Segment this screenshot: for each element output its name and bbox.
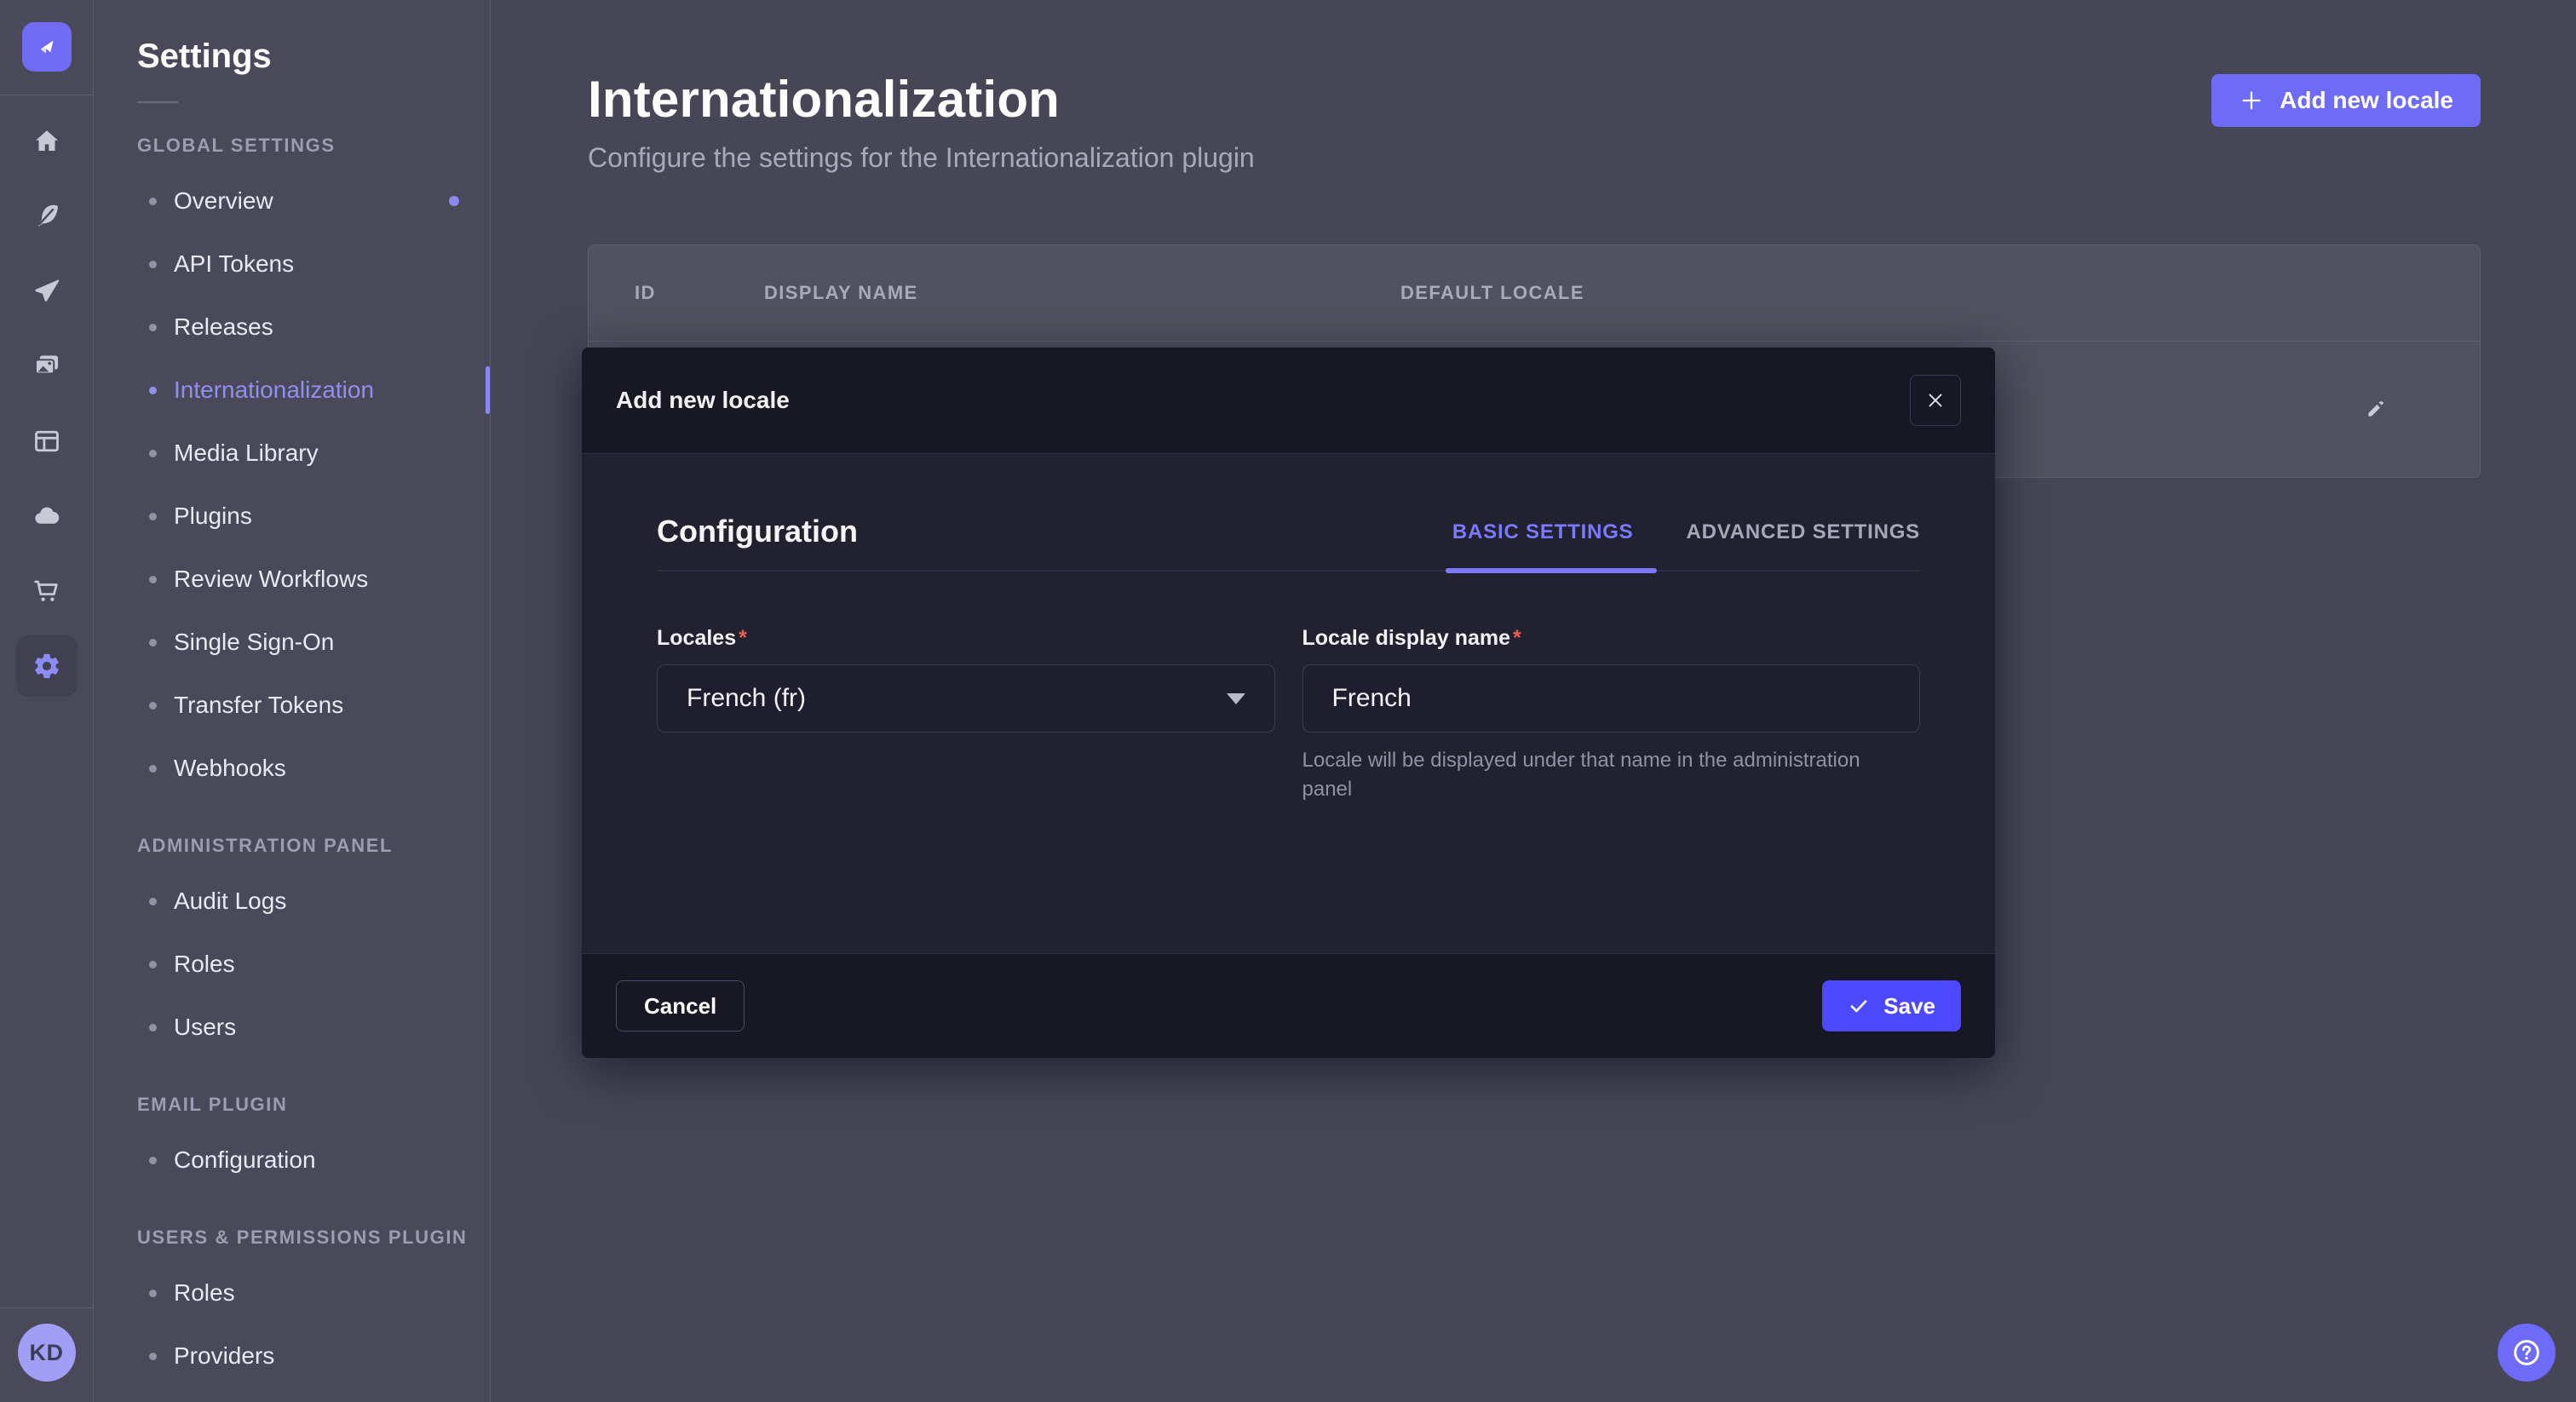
save-button[interactable]: Save xyxy=(1822,980,1961,1031)
bullet-icon xyxy=(149,1290,157,1297)
sidebar-item-transfer-tokens[interactable]: Transfer Tokens xyxy=(137,674,490,737)
sidebar-item-single-sign-on[interactable]: Single Sign-On xyxy=(137,611,490,674)
close-modal-button[interactable] xyxy=(1910,375,1961,426)
tab-basic-settings[interactable]: BASIC SETTINGS xyxy=(1452,520,1634,544)
notification-dot xyxy=(449,196,459,206)
settings-subnav: Settings GLOBAL SETTINGS Overview API To… xyxy=(95,0,491,1402)
column-header-default-locale: DEFAULT LOCALE xyxy=(1400,245,1584,341)
layout-icon[interactable] xyxy=(0,404,93,479)
cancel-button[interactable]: Cancel xyxy=(616,980,745,1031)
gear-icon[interactable] xyxy=(0,629,93,704)
question-mark-icon xyxy=(2510,1336,2544,1370)
rail-bottom-divider xyxy=(0,1307,94,1308)
sidebar-item-releases[interactable]: Releases xyxy=(137,296,490,359)
bullet-icon xyxy=(149,450,157,457)
sidebar-item-overview[interactable]: Overview xyxy=(137,170,490,233)
edit-row-button[interactable] xyxy=(2355,390,2395,429)
required-asterisk: * xyxy=(1513,626,1521,650)
configuration-heading: Configuration xyxy=(657,514,858,549)
cart-icon[interactable] xyxy=(0,554,93,629)
sidebar-item-providers[interactable]: Providers xyxy=(137,1324,490,1388)
page-subtitle: Configure the settings for the Internati… xyxy=(588,142,2481,174)
section-users-permissions-plugin: USERS & PERMISSIONS PLUGIN xyxy=(137,1226,490,1250)
section-global-settings: GLOBAL SETTINGS xyxy=(137,134,490,158)
bullet-icon xyxy=(149,898,157,905)
bullet-icon xyxy=(149,765,157,773)
locales-label: Locales* xyxy=(657,626,1275,651)
bullet-icon xyxy=(149,961,157,968)
bullet-icon xyxy=(149,639,157,646)
page-header: Internationalization Configure the setti… xyxy=(492,0,2576,174)
display-name-input[interactable] xyxy=(1302,664,1921,733)
modal-body: Configuration BASIC SETTINGS ADVANCED SE… xyxy=(582,454,1995,953)
plus-icon xyxy=(2239,88,2264,113)
sidebar-item-api-tokens[interactable]: API Tokens xyxy=(137,233,490,296)
close-icon xyxy=(1925,390,1946,411)
section-administration-panel: ADMINISTRATION PANEL xyxy=(137,834,490,858)
locales-select[interactable]: French (fr) xyxy=(657,664,1275,733)
settings-title-divider xyxy=(137,101,178,103)
tab-advanced-settings[interactable]: ADVANCED SETTINGS xyxy=(1686,520,1920,544)
active-item-indicator xyxy=(486,366,490,414)
sidebar-item-audit-logs[interactable]: Audit Logs xyxy=(137,870,490,933)
modal-title: Add new locale xyxy=(616,387,790,414)
help-button[interactable] xyxy=(2498,1324,2556,1382)
bullet-icon xyxy=(149,324,157,331)
pencil-icon xyxy=(2362,397,2388,422)
chevron-down-icon xyxy=(1227,693,1245,704)
cloud-icon[interactable] xyxy=(0,479,93,554)
display-name-field: Locale display name* Locale will be disp… xyxy=(1302,626,1921,803)
strapi-logo-glyph xyxy=(32,32,61,61)
sidebar-item-up-roles[interactable]: Roles xyxy=(137,1261,490,1324)
section-email-plugin: EMAIL PLUGIN xyxy=(137,1093,490,1117)
page-title: Internationalization xyxy=(588,70,2481,129)
rail-bottom: KD xyxy=(0,1307,93,1402)
column-header-display-name: DISPLAY NAME xyxy=(764,245,918,341)
sidebar-item-plugins[interactable]: Plugins xyxy=(137,485,490,548)
sidebar-item-review-workflows[interactable]: Review Workflows xyxy=(137,548,490,611)
sidebar-item-email-configuration[interactable]: Configuration xyxy=(137,1129,490,1192)
modal-tabs: BASIC SETTINGS ADVANCED SETTINGS xyxy=(1452,520,1920,549)
bullet-icon xyxy=(149,702,157,710)
sidebar-item-users[interactable]: Users xyxy=(137,996,490,1059)
bullet-icon xyxy=(149,513,157,520)
display-name-label: Locale display name* xyxy=(1302,626,1921,651)
column-header-id: ID xyxy=(635,245,656,341)
paper-plane-icon[interactable] xyxy=(0,254,93,329)
bullet-icon xyxy=(149,198,157,205)
bullet-icon xyxy=(149,576,157,583)
locales-select-value: French (fr) xyxy=(687,684,806,713)
bullet-icon xyxy=(149,1024,157,1031)
table-header-row: ID DISPLAY NAME DEFAULT LOCALE xyxy=(589,245,2480,342)
bullet-icon xyxy=(149,387,157,394)
sidebar-item-media-library[interactable]: Media Library xyxy=(137,422,490,485)
sidebar-item-webhooks[interactable]: Webhooks xyxy=(137,737,490,800)
required-asterisk: * xyxy=(739,626,747,650)
strapi-logo-icon[interactable] xyxy=(22,22,72,72)
add-locale-modal: Add new locale Configuration BASIC SETTI… xyxy=(582,348,1995,1058)
user-avatar[interactable]: KD xyxy=(18,1324,76,1382)
active-tab-underline xyxy=(1446,568,1657,573)
images-icon[interactable] xyxy=(0,329,93,404)
sidebar-item-internationalization[interactable]: Internationalization xyxy=(137,359,490,422)
bullet-icon xyxy=(149,261,157,268)
modal-header: Add new locale xyxy=(582,348,1995,454)
add-new-locale-button[interactable]: Add new locale xyxy=(2211,74,2481,127)
home-icon[interactable] xyxy=(0,104,93,179)
check-icon xyxy=(1848,995,1870,1017)
gear-active-highlight xyxy=(16,635,78,697)
display-name-hint: Locale will be displayed under that name… xyxy=(1302,746,1882,803)
feather-icon[interactable] xyxy=(0,179,93,254)
rail-nav xyxy=(0,95,93,704)
modal-footer: Cancel Save xyxy=(582,953,1995,1058)
locales-field: Locales* French (fr) xyxy=(657,626,1275,803)
settings-title: Settings xyxy=(137,37,490,76)
bullet-icon xyxy=(149,1157,157,1164)
bullet-icon xyxy=(149,1353,157,1360)
icon-rail: KD xyxy=(0,0,94,1402)
tabs-divider xyxy=(657,570,1920,572)
sidebar-item-admin-roles[interactable]: Roles xyxy=(137,933,490,996)
